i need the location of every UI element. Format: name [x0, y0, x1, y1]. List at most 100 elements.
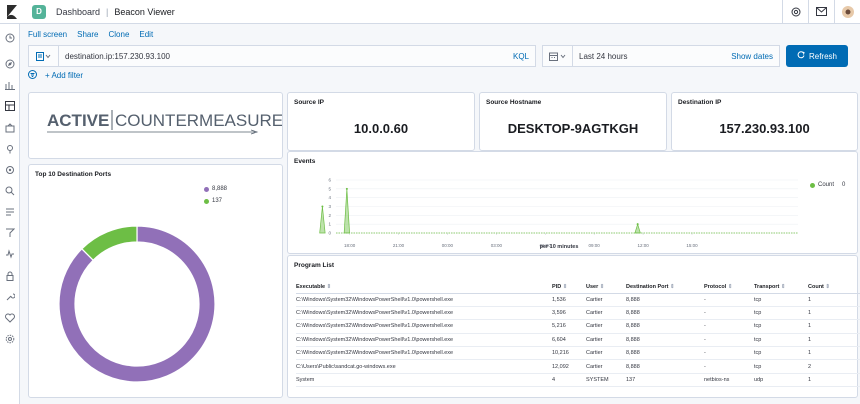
table-cell: 5,216 — [552, 319, 586, 334]
settings-gear-icon[interactable] — [4, 333, 16, 345]
y-tick-label: 2 — [328, 213, 331, 218]
mail-icon[interactable] — [808, 0, 834, 24]
events-data-point[interactable] — [345, 187, 348, 190]
clone-link[interactable]: Clone — [108, 30, 129, 39]
search-input[interactable]: destination.ip:157.230.93.100 — [65, 52, 513, 61]
events-panel: Events Count 0 0 1 2 3 4 5 6 18:00 21:00 00:00 03:… — [287, 151, 858, 254]
table-row[interactable]: C:\Windows\System32\WindowsPowerShell\v1… — [296, 333, 860, 348]
dashboard-menu: Full screen Share Clone Edit — [28, 30, 153, 39]
siem-icon[interactable] — [4, 270, 16, 282]
table-row[interactable]: System 4 SYSTEM 137 netbios-ns udp 1 — [296, 373, 860, 388]
saved-query-menu[interactable] — [29, 46, 59, 66]
logs-icon[interactable] — [4, 206, 16, 218]
table-cell: - — [704, 333, 754, 348]
refresh-label: Refresh — [808, 51, 837, 61]
column-header[interactable]: Destination Port ⇕ — [626, 281, 704, 294]
column-header[interactable]: Transport ⇕ — [754, 281, 808, 294]
table-cell: 8,888 — [626, 346, 704, 361]
table-row[interactable]: C:\Windows\System32\WindowsPowerShell\v1… — [296, 319, 860, 334]
full-screen-link[interactable]: Full screen — [28, 30, 67, 39]
show-dates-link[interactable]: Show dates — [731, 52, 773, 61]
canvas-icon[interactable] — [4, 122, 16, 134]
source-ip-panel: Source IP 10.0.0.60 — [287, 92, 475, 151]
y-tick-label: 3 — [328, 204, 331, 209]
events-area-chart: 012345618:00 21:00 00:00 03:00 06:00 09:00 12:… — [319, 178, 798, 250]
table-cell: Cartier — [586, 346, 626, 361]
kibana-logo-icon[interactable] — [0, 0, 24, 24]
table-cell: C:\Users\Public\sandcat.go-windows.exe — [296, 359, 552, 374]
table-cell: System — [296, 373, 552, 388]
edit-link[interactable]: Edit — [139, 30, 153, 39]
destination-ip-value: 157.230.93.100 — [719, 121, 810, 136]
recent-clock-icon[interactable] — [4, 32, 16, 44]
calendar-quick-menu[interactable] — [543, 46, 573, 66]
sort-icon[interactable]: ⇕ — [598, 284, 605, 290]
infrastructure-icon[interactable] — [4, 185, 16, 197]
x-tick-label: 09:00 — [589, 243, 601, 248]
table-row[interactable]: C:\Windows\System32\WindowsPowerShell\v1… — [296, 346, 860, 361]
events-area-spike[interactable] — [343, 188, 350, 234]
table-cell: 137 — [626, 373, 704, 388]
column-header[interactable]: User ⇕ — [586, 281, 626, 294]
breadcrumb-dashboard[interactable]: Dashboard — [56, 7, 100, 17]
query-language-switcher[interactable]: KQL — [513, 52, 529, 61]
table-cell: 8,888 — [626, 319, 704, 334]
destination-ip-title: Destination IP — [678, 99, 722, 106]
date-range-label[interactable]: Last 24 hours — [579, 52, 731, 61]
apm-icon[interactable] — [4, 227, 16, 239]
dev-tools-icon[interactable] — [4, 291, 16, 303]
sort-icon[interactable]: ⇕ — [824, 284, 830, 290]
y-tick-label: 0 — [328, 231, 331, 236]
table-cell: - — [704, 359, 754, 374]
table-cell: tcp — [754, 359, 808, 374]
table-cell: 8,888 — [626, 359, 704, 374]
sort-icon[interactable]: ⇕ — [561, 284, 568, 290]
table-cell: netbios-ns — [704, 373, 754, 388]
x-axis-label: per 10 minutes — [540, 244, 579, 250]
table-cell: tcp — [754, 346, 808, 361]
add-filter-button[interactable]: + Add filter — [45, 71, 83, 80]
y-tick-label: 4 — [328, 195, 331, 200]
table-row[interactable]: C:\Windows\System32\WindowsPowerShell\v1… — [296, 306, 860, 321]
sort-icon[interactable]: ⇕ — [726, 284, 733, 290]
logo-panel: ACTIVE COUNTERMEASURES — [28, 92, 294, 159]
table-cell: - — [704, 293, 754, 307]
destination-ports-panel: Top 10 Destination Ports 8,888 137 — [28, 164, 283, 398]
ml-icon[interactable] — [4, 164, 16, 176]
maps-icon[interactable] — [4, 143, 16, 155]
refresh-button[interactable]: Refresh — [786, 45, 848, 67]
share-link[interactable]: Share — [77, 30, 98, 39]
table-cell: 8,888 — [626, 306, 704, 321]
events-data-point[interactable] — [636, 223, 639, 226]
sort-icon[interactable]: ⇕ — [668, 284, 675, 290]
column-header[interactable]: PID ⇕ — [552, 281, 586, 294]
discover-compass-icon[interactable] — [4, 58, 16, 70]
sort-icon[interactable]: ⇕ — [325, 284, 332, 290]
source-hostname-panel: Source Hostname DESKTOP-9AGTKGH — [479, 92, 667, 151]
uptime-icon[interactable] — [4, 248, 16, 260]
table-cell: SYSTEM — [586, 373, 626, 388]
dashboard-main: Full screen Share Clone Edit destination… — [20, 24, 860, 404]
table-row[interactable]: C:\Users\Public\sandcat.go-windows.exe 12… — [296, 359, 860, 374]
events-data-point[interactable] — [321, 205, 324, 208]
table-row[interactable]: C:\Windows\System32\WindowsPowerShell\v1… — [296, 293, 860, 307]
visualize-icon[interactable] — [4, 79, 16, 91]
donut-slice-137[interactable] — [80, 225, 138, 262]
events-area-spike[interactable] — [634, 222, 641, 234]
column-header[interactable]: Count ⇕ — [808, 281, 860, 294]
table-cell: 2 — [808, 359, 860, 374]
dashboard-icon[interactable] — [4, 100, 16, 112]
table-cell: 10,216 — [552, 346, 586, 361]
help-icon[interactable] — [782, 0, 808, 24]
filter-options-icon[interactable] — [28, 70, 37, 81]
space-avatar[interactable]: D — [32, 4, 46, 19]
table-cell: C:\Windows\System32\WindowsPowerShell\v1… — [296, 319, 552, 334]
table-cell: 1 — [808, 293, 860, 307]
column-header[interactable]: Executable ⇕ — [296, 281, 552, 294]
space-initial: D — [36, 7, 42, 16]
user-avatar[interactable] — [834, 0, 860, 24]
monitoring-icon[interactable] — [4, 312, 16, 324]
sort-icon[interactable]: ⇕ — [779, 284, 786, 290]
column-header[interactable]: Protocol ⇕ — [704, 281, 754, 294]
events-area-spike[interactable] — [319, 206, 326, 234]
